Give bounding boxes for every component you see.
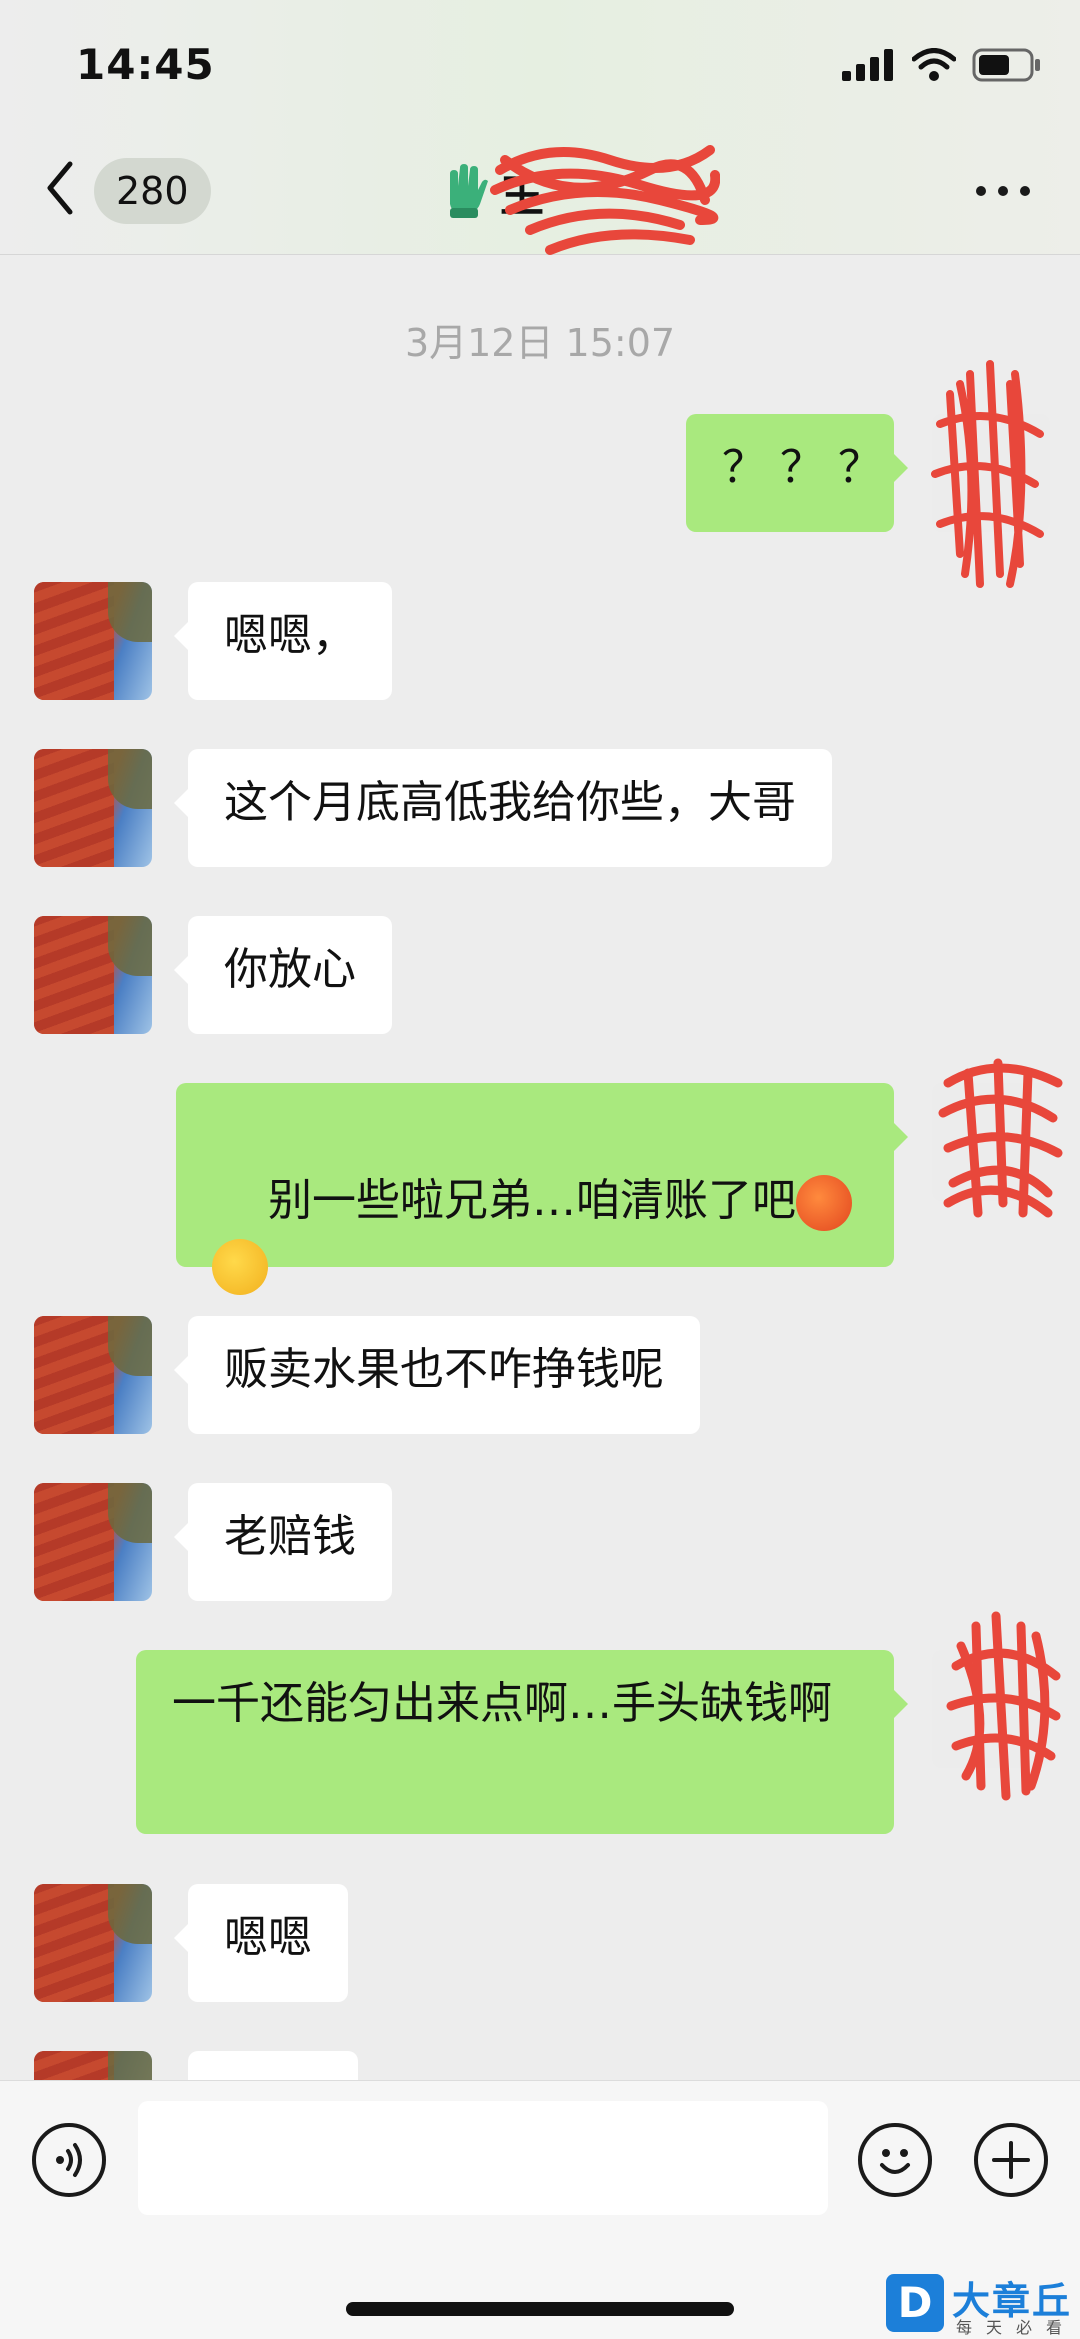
dot-icon (998, 186, 1008, 196)
hot-face-emoji (795, 1175, 852, 1231)
navigation-bar: 14:45 280 王 (0, 0, 1080, 255)
watermark-subtitle: 每天必看 (956, 2318, 1077, 2337)
message-bubble[interactable]: 别一些啦兄弟…咱清账了吧 (176, 1083, 908, 1295)
message-bubble[interactable]: 这个月底高低我给你些，大哥 (174, 749, 832, 867)
message-bubble[interactable]: 嗯嗯 (174, 1884, 348, 2002)
voice-icon (56, 2143, 82, 2177)
more-actions-button[interactable] (974, 2123, 1048, 2197)
message-bubble[interactable]: ？？？ (686, 414, 908, 532)
message-bubble[interactable]: 嗯嗯， (174, 582, 392, 700)
dot-icon (976, 186, 986, 196)
contact-avatar[interactable] (34, 916, 152, 1034)
unread-count-badge[interactable]: 280 (94, 158, 211, 224)
contact-avatar[interactable] (34, 582, 152, 700)
watermark-badge: D (886, 2274, 944, 2332)
message-bubble[interactable]: 你放心 (174, 916, 392, 1034)
message-bubble[interactable]: 贩卖水果也不咋挣钱呢 (174, 1316, 700, 1434)
message-bubble-partial[interactable] (188, 2051, 358, 2080)
dot-icon (1020, 186, 1030, 196)
emoji-button[interactable] (858, 2123, 932, 2197)
contact-avatar[interactable] (34, 749, 152, 867)
battery-icon (972, 48, 1040, 82)
redaction-scribble (490, 145, 720, 255)
watermark-logo: D 大章丘 每天必看 (880, 2270, 1080, 2338)
voice-input-button[interactable] (32, 2123, 106, 2197)
glove-icon (450, 164, 488, 218)
status-time: 14:45 (76, 40, 215, 89)
redaction-scribble (931, 360, 1044, 588)
smile-icon (880, 2149, 910, 2174)
message-input[interactable] (138, 2101, 828, 2215)
redaction-scribble (938, 1058, 1063, 1218)
signal-icon (842, 49, 893, 81)
contact-avatar[interactable] (34, 1316, 152, 1434)
status-icons (842, 48, 1042, 82)
more-options-button[interactable] (976, 186, 1030, 196)
contact-avatar[interactable] (34, 1483, 152, 1601)
message-timestamp: 3月12日 15:07 (404, 321, 676, 365)
plus-icon (992, 2141, 1030, 2179)
message-bubble[interactable]: 一千还能匀出来点啊…手头缺钱啊 (136, 1650, 908, 1834)
redaction-scribble (946, 1611, 1061, 1801)
laughing-crying-emoji (212, 1239, 268, 1295)
message-text: 别一些啦兄弟…咱清账了吧 (267, 1175, 796, 1226)
wifi-icon (912, 48, 956, 81)
home-indicator[interactable] (346, 2302, 734, 2316)
back-chevron-icon[interactable] (42, 158, 78, 218)
contact-avatar[interactable] (34, 2051, 152, 2080)
contact-avatar[interactable] (34, 1884, 152, 2002)
message-bubble[interactable]: 老赔钱 (174, 1483, 392, 1601)
